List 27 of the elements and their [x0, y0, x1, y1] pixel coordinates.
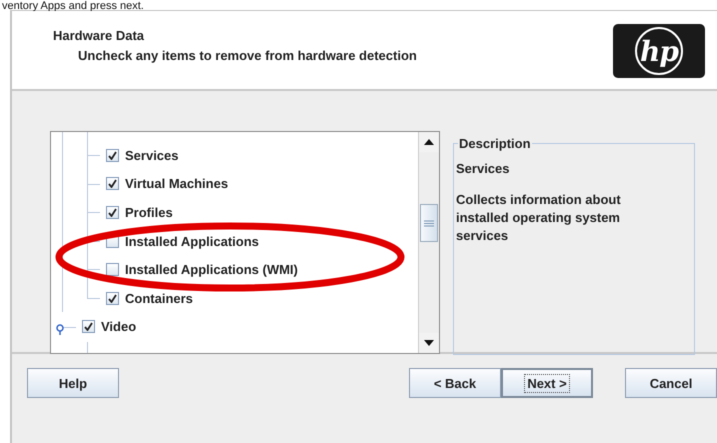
tree-item-label[interactable]: Services	[125, 148, 178, 163]
tree-item-label[interactable]: Containers	[125, 290, 193, 306]
description-legend: Description	[458, 136, 532, 151]
tree-item-label[interactable]: Virtual Machines	[125, 176, 228, 192]
description-text: Collects information about installed operating system services	[456, 191, 622, 245]
checkbox[interactable]	[106, 148, 119, 162]
checkbox[interactable]	[106, 177, 119, 190]
nav-button[interactable]: Next >	[501, 368, 594, 398]
instruction-text: ventory Apps and press next.	[1, 0, 145, 10]
vertical-scrollbar[interactable]	[418, 132, 439, 353]
scroll-thumb[interactable]	[420, 204, 438, 242]
tree-item-label[interactable]: Installed Applications (WMI)	[125, 262, 298, 278]
section-subtitle: Uncheck any items to remove from hardware detection	[77, 48, 418, 63]
tree-item-label[interactable]: Profiles	[125, 204, 173, 220]
checkbox[interactable]	[106, 292, 119, 305]
checkbox[interactable]	[106, 263, 119, 276]
nav-button[interactable]: < Back	[409, 368, 501, 398]
hp-logo: hp	[613, 24, 705, 78]
tree-item-label[interactable]: Video	[101, 319, 136, 334]
checkbox[interactable]	[106, 206, 119, 219]
section-title: Hardware Data	[53, 28, 146, 43]
checkbox[interactable]	[82, 320, 95, 334]
cancel-button[interactable]: Cancel	[625, 368, 717, 398]
description-title: Services	[456, 161, 510, 176]
help-button[interactable]: Help	[27, 368, 119, 398]
tree-item-label[interactable]: Installed Applications	[125, 234, 259, 249]
expanded-node-icon[interactable]	[56, 322, 64, 333]
